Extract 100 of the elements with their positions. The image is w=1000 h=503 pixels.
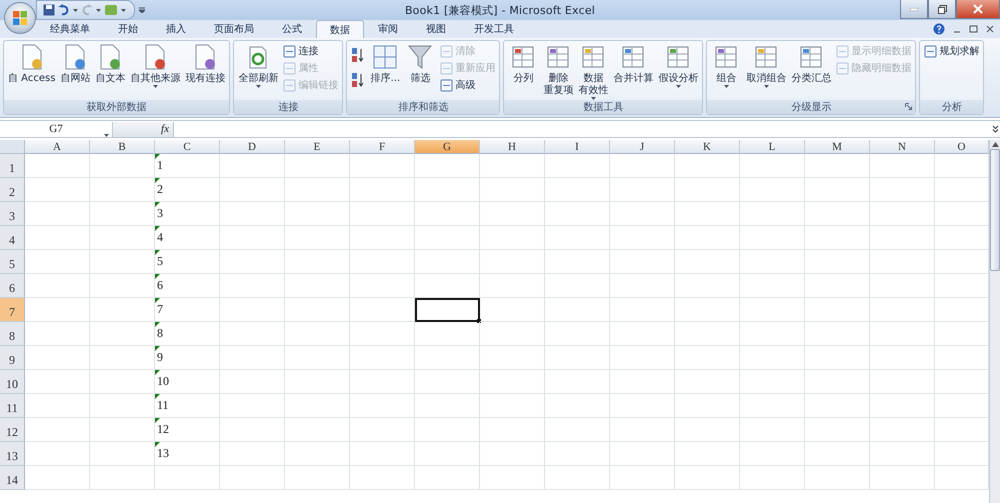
row-header[interactable]: 5 [0, 250, 25, 274]
row-header[interactable]: 10 [0, 370, 25, 394]
row-header[interactable]: 8 [0, 322, 25, 346]
column-header[interactable]: I [545, 140, 610, 154]
minimize-icon [910, 8, 918, 10]
office-button[interactable] [4, 2, 36, 34]
ribbon-button[interactable]: 分类汇总 [789, 43, 834, 85]
ribbon-tab[interactable]: 开始 [104, 19, 152, 38]
column-header[interactable]: C [155, 140, 220, 154]
column-header[interactable]: K [675, 140, 740, 154]
column-header[interactable]: F [350, 140, 415, 154]
ribbon-button[interactable]: 自 Access [6, 43, 58, 85]
ribbon-button[interactable]: 排序... [368, 43, 402, 85]
grid-cell [545, 202, 610, 226]
column-header[interactable]: L [740, 140, 805, 154]
ribbon-button[interactable]: 取消组合 [744, 43, 788, 88]
restore-icon[interactable] [969, 25, 978, 33]
grid-cell [350, 394, 415, 418]
row-header[interactable]: 3 [0, 202, 25, 226]
grid-cell [545, 394, 610, 418]
grid-cell [25, 418, 90, 442]
ribbon-tab[interactable]: 开发工具 [460, 19, 528, 38]
row-header[interactable]: 6 [0, 274, 25, 298]
row-header[interactable]: 1 [0, 154, 25, 178]
help-icon[interactable] [933, 23, 945, 35]
cell-value: 1 [157, 158, 163, 173]
ribbon-tab[interactable]: 经典菜单 [36, 19, 104, 38]
grid-cell [610, 322, 675, 346]
row-header[interactable]: 11 [0, 394, 25, 418]
ribbon-tab[interactable]: 插入 [152, 19, 200, 38]
cell-value: 10 [157, 374, 169, 389]
minimize-button[interactable] [900, 0, 928, 19]
ribbon-tab[interactable]: 页面布局 [200, 19, 268, 38]
grid-cell [545, 250, 610, 274]
grid-cell [25, 442, 90, 466]
restore-button[interactable] [928, 0, 956, 19]
ribbon-tab[interactable]: 审阅 [364, 19, 412, 38]
grid-cell [415, 394, 480, 418]
fill-handle[interactable] [477, 319, 481, 323]
ribbon-button[interactable]: 假设分析 [656, 43, 700, 88]
grid-cell [415, 250, 480, 274]
insert-function-button[interactable]: fx [161, 123, 169, 135]
caret-icon [676, 85, 681, 88]
ribbon-button[interactable]: 现有连接 [183, 43, 228, 85]
grid-cell [220, 466, 285, 490]
ribbon-tab[interactable]: 公式 [268, 19, 316, 38]
column-header[interactable]: A [25, 140, 90, 154]
active-cell[interactable] [415, 298, 480, 322]
row-header[interactable]: 7 [0, 298, 25, 322]
vertical-scrollbar[interactable] [989, 140, 1000, 503]
column-header[interactable]: H [480, 140, 545, 154]
column-header[interactable]: G [415, 140, 480, 154]
column-header[interactable]: M [805, 140, 870, 154]
grid-cell [415, 442, 480, 466]
row-header[interactable]: 12 [0, 418, 25, 442]
ribbon-tab[interactable]: 数据 [316, 20, 364, 38]
ribbon-tab[interactable]: 视图 [412, 19, 460, 38]
ribbon-button[interactable]: 自文本 [93, 43, 128, 85]
ribbon-button[interactable]: 分列 [506, 43, 540, 85]
ribbon-button[interactable]: 自网站 [58, 43, 92, 85]
column-header[interactable]: E [285, 140, 350, 154]
row-header[interactable]: 2 [0, 178, 25, 202]
close-icon[interactable] [986, 25, 994, 33]
grid-cell [740, 250, 805, 274]
close-button[interactable] [956, 0, 1000, 19]
ribbon-button[interactable]: 高级 [440, 77, 496, 93]
grid-cell [545, 154, 610, 178]
grid-cell [480, 202, 545, 226]
grid-cell [480, 274, 545, 298]
customize-toolbar-icon[interactable] [139, 7, 145, 13]
column-header[interactable]: D [220, 140, 285, 154]
row-header[interactable]: 9 [0, 346, 25, 370]
ribbon-button[interactable]: 规划求解 [924, 43, 980, 59]
ribbon-button[interactable]: 删除 重复项 [541, 43, 576, 97]
grid-cell [25, 394, 90, 418]
save-icon[interactable] [43, 4, 55, 16]
ribbon-button[interactable]: 组合 [709, 43, 744, 88]
dialog-launcher-icon[interactable] [905, 103, 912, 110]
grid-cell [675, 418, 740, 442]
ribbon-button[interactable]: 合并计算 [611, 43, 656, 85]
undo-icon[interactable] [58, 4, 70, 16]
grid-cell [480, 346, 545, 370]
column-header[interactable]: J [610, 140, 675, 154]
scroll-up-icon[interactable] [992, 142, 998, 147]
column-header[interactable]: O [935, 140, 989, 154]
row-header[interactable]: 4 [0, 226, 25, 250]
ribbon-button[interactable]: 全部刷新 [236, 43, 280, 88]
ribbon-button[interactable]: 自其他来源 [128, 43, 182, 88]
grid-cell [480, 226, 545, 250]
grid-cell [25, 154, 90, 178]
row-header[interactable]: 13 [0, 442, 25, 466]
grid-cell [480, 322, 545, 346]
column-header[interactable]: N [870, 140, 935, 154]
grid-cell [285, 466, 350, 490]
ribbon-button[interactable]: 连接 [283, 43, 338, 59]
ribbon-button[interactable]: 筛选 [403, 43, 438, 85]
ribbon-button[interactable]: 数据 有效性 [576, 43, 610, 100]
scroll-thumb[interactable] [990, 149, 1000, 271]
column-header[interactable]: B [90, 140, 155, 154]
row-header[interactable]: 14 [0, 466, 25, 490]
